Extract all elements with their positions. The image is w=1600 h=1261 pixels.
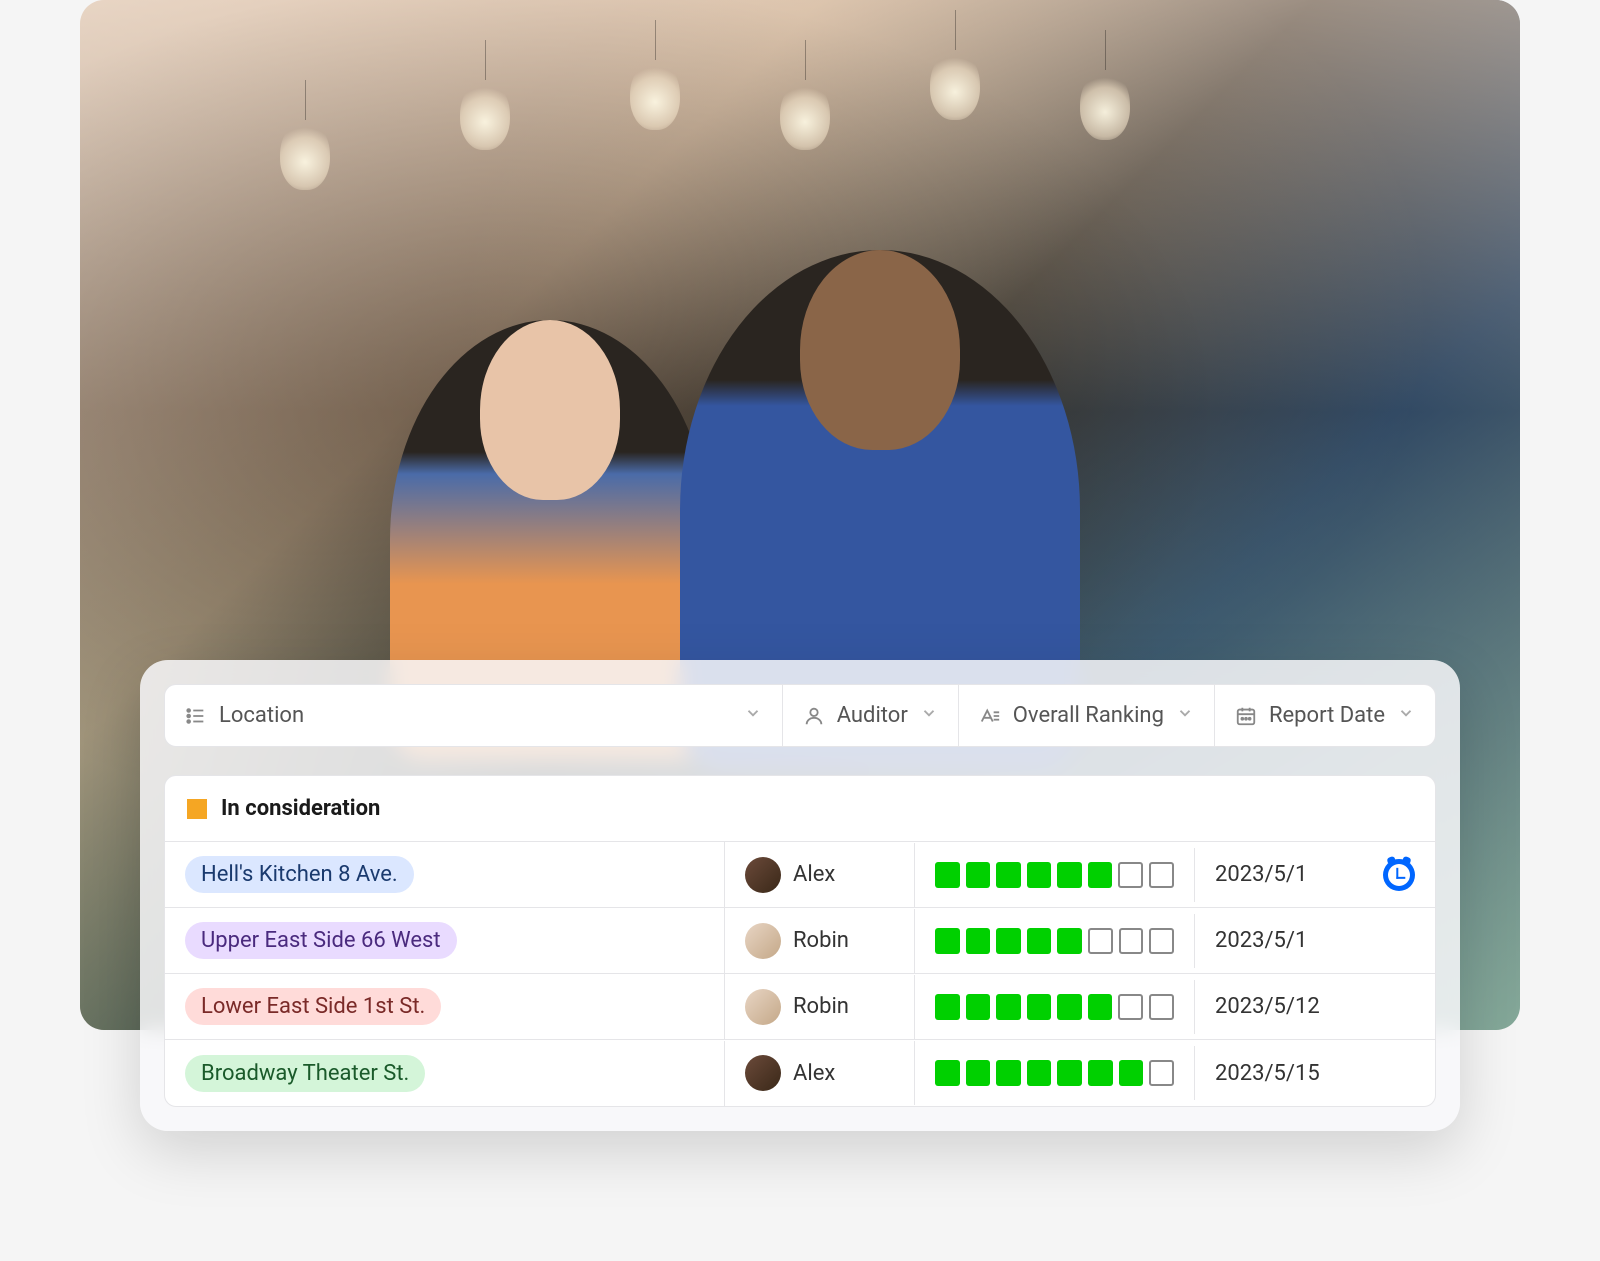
rank-filled-icon bbox=[1027, 1060, 1052, 1086]
rank-filled-icon bbox=[1027, 994, 1052, 1020]
location-tag: Lower East Side 1st St. bbox=[185, 988, 441, 1025]
location-tag: Hell's Kitchen 8 Ave. bbox=[185, 856, 414, 893]
ranking-cell[interactable] bbox=[915, 1046, 1195, 1100]
avatar bbox=[745, 989, 781, 1025]
rank-filled-icon bbox=[1088, 862, 1113, 888]
decor-bulb bbox=[280, 120, 330, 190]
rank-empty-icon bbox=[1119, 928, 1144, 954]
format-icon bbox=[979, 705, 1001, 727]
rank-filled-icon bbox=[1088, 1060, 1113, 1086]
chevron-down-icon bbox=[744, 703, 762, 728]
rank-empty-icon bbox=[1118, 994, 1143, 1020]
filter-location[interactable]: Location bbox=[165, 685, 783, 746]
location-cell[interactable]: Lower East Side 1st St. bbox=[165, 974, 725, 1039]
rank-filled-icon bbox=[935, 994, 960, 1020]
rank-filled-icon bbox=[935, 1060, 960, 1086]
auditor-name: Alex bbox=[793, 1061, 835, 1086]
group-header[interactable]: In consideration bbox=[165, 776, 1435, 842]
location-tag: Upper East Side 66 West bbox=[185, 922, 457, 959]
avatar bbox=[745, 857, 781, 893]
rank-filled-icon bbox=[1057, 994, 1082, 1020]
locations-table: In consideration Hell's Kitchen 8 Ave. Al… bbox=[164, 775, 1436, 1107]
filter-date-label: Report Date bbox=[1269, 703, 1385, 728]
rank-filled-icon bbox=[935, 862, 960, 888]
filter-ranking[interactable]: Overall Ranking bbox=[959, 685, 1215, 746]
date-cell[interactable]: 2023/5/15 bbox=[1195, 1047, 1435, 1100]
auditor-cell[interactable]: Robin bbox=[725, 975, 915, 1039]
filter-auditor[interactable]: Auditor bbox=[783, 685, 959, 746]
location-cell[interactable]: Upper East Side 66 West bbox=[165, 908, 725, 973]
location-tag: Broadway Theater St. bbox=[185, 1055, 425, 1092]
date-cell[interactable]: 2023/5/12 bbox=[1195, 980, 1435, 1033]
rank-empty-icon bbox=[1118, 862, 1143, 888]
data-card: Location Auditor Overall Ranking bbox=[140, 660, 1460, 1131]
auditor-name: Robin bbox=[793, 928, 849, 953]
rank-empty-icon bbox=[1149, 862, 1174, 888]
filter-ranking-label: Overall Ranking bbox=[1013, 703, 1164, 728]
ranking-cell[interactable] bbox=[915, 980, 1195, 1034]
filter-location-label: Location bbox=[219, 703, 732, 728]
rank-filled-icon bbox=[996, 994, 1021, 1020]
auditor-name: Alex bbox=[793, 862, 835, 887]
filter-auditor-label: Auditor bbox=[837, 703, 908, 728]
rank-filled-icon bbox=[966, 1060, 991, 1086]
auditor-cell[interactable]: Alex bbox=[725, 1041, 915, 1105]
rank-filled-icon bbox=[1057, 928, 1082, 954]
rank-empty-icon bbox=[1149, 1060, 1174, 1086]
rank-empty-icon bbox=[1088, 928, 1113, 954]
rank-filled-icon bbox=[1027, 928, 1052, 954]
rank-filled-icon bbox=[996, 1060, 1021, 1086]
rank-filled-icon bbox=[1057, 862, 1082, 888]
table-row[interactable]: Lower East Side 1st St. Robin 2023/5/12 bbox=[165, 974, 1435, 1040]
rank-empty-icon bbox=[1149, 994, 1174, 1020]
auditor-name: Robin bbox=[793, 994, 849, 1019]
decor-bulb bbox=[930, 50, 980, 120]
chevron-down-icon bbox=[920, 703, 938, 728]
group-title: In consideration bbox=[221, 796, 380, 821]
location-cell[interactable]: Hell's Kitchen 8 Ave. bbox=[165, 842, 725, 907]
avatar bbox=[745, 923, 781, 959]
calendar-icon bbox=[1235, 705, 1257, 727]
table-row[interactable]: Hell's Kitchen 8 Ave. Alex 2023/5/1 bbox=[165, 842, 1435, 908]
rank-filled-icon bbox=[966, 994, 991, 1020]
rank-filled-icon bbox=[996, 862, 1021, 888]
date-cell[interactable]: 2023/5/1 bbox=[1195, 914, 1435, 967]
group-color-swatch bbox=[187, 799, 207, 819]
chevron-down-icon bbox=[1176, 703, 1194, 728]
decor-bulb bbox=[460, 80, 510, 150]
filter-bar: Location Auditor Overall Ranking bbox=[164, 684, 1436, 747]
rank-filled-icon bbox=[1057, 1060, 1082, 1086]
date-cell[interactable]: 2023/5/1 bbox=[1195, 845, 1435, 905]
alarm-clock-icon[interactable] bbox=[1383, 859, 1415, 891]
filter-date[interactable]: Report Date bbox=[1215, 685, 1435, 746]
chevron-down-icon bbox=[1397, 703, 1415, 728]
person-icon bbox=[803, 705, 825, 727]
report-date: 2023/5/1 bbox=[1215, 928, 1307, 953]
table-row[interactable]: Upper East Side 66 West Robin 2023/5/1 bbox=[165, 908, 1435, 974]
table-row[interactable]: Broadway Theater St. Alex 2023/5/15 bbox=[165, 1040, 1435, 1106]
rank-filled-icon bbox=[966, 928, 991, 954]
rank-filled-icon bbox=[1119, 1060, 1144, 1086]
report-date: 2023/5/12 bbox=[1215, 994, 1320, 1019]
rank-filled-icon bbox=[996, 928, 1021, 954]
rank-filled-icon bbox=[935, 928, 960, 954]
ranking-cell[interactable] bbox=[915, 848, 1195, 902]
report-date: 2023/5/15 bbox=[1215, 1061, 1320, 1086]
rank-filled-icon bbox=[1027, 862, 1052, 888]
decor-bulb bbox=[780, 80, 830, 150]
avatar bbox=[745, 1055, 781, 1091]
auditor-cell[interactable]: Robin bbox=[725, 909, 915, 973]
rank-filled-icon bbox=[966, 862, 991, 888]
ranking-cell[interactable] bbox=[915, 914, 1195, 968]
report-date: 2023/5/1 bbox=[1215, 862, 1307, 887]
decor-bulb bbox=[630, 60, 680, 130]
auditor-cell[interactable]: Alex bbox=[725, 843, 915, 907]
rank-empty-icon bbox=[1149, 928, 1174, 954]
rank-filled-icon bbox=[1088, 994, 1113, 1020]
list-icon bbox=[185, 705, 207, 727]
location-cell[interactable]: Broadway Theater St. bbox=[165, 1041, 725, 1106]
decor-bulb bbox=[1080, 70, 1130, 140]
